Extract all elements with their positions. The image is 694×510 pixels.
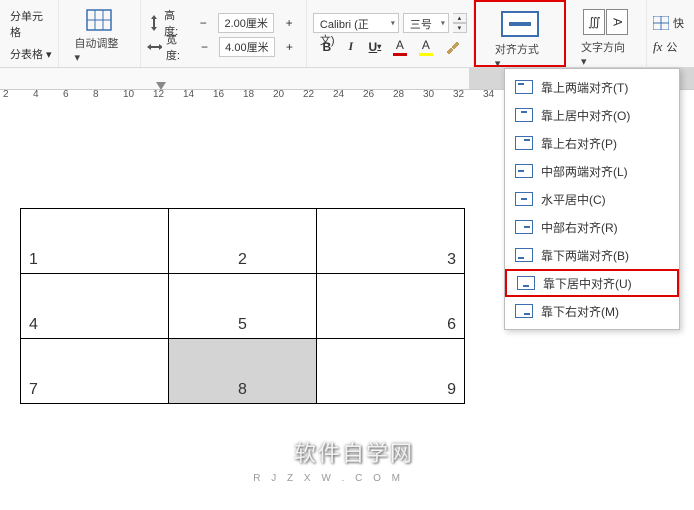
alignment-menu-item[interactable]: 中部两端对齐(L) [505,157,679,185]
menu-item-label: 靠上居中对齐(O) [541,107,630,124]
menu-item-label: 中部右对齐(R) [541,219,618,236]
align-m-r-icon [515,220,533,234]
alignment-menu-item[interactable]: 中部右对齐(R) [505,213,679,241]
font-group: Calibri (正文) ▾ 三号 ▾ ▴▾ B I U▾ A A [307,0,474,67]
highlight-button[interactable]: A [415,36,437,58]
align-b-c-icon [517,276,535,290]
autofit-icon [86,9,112,31]
gong-label: 公 [666,39,677,55]
fx-button[interactable]: fx 公 [653,35,677,59]
menu-item-label: 靠下两端对齐(B) [541,247,629,264]
menu-item-label: 靠上两端对齐(T) [541,79,628,96]
align-t-l-icon [515,80,533,94]
alignment-dropdown-menu: 靠上两端对齐(T) 靠上居中对齐(O) 靠上右对齐(P) 中部两端对齐(L) 水平居中(… [504,68,680,330]
height-plus-button[interactable]: + [278,12,299,34]
alignment-menu-item[interactable]: 水平居中(C) [505,185,679,213]
content-table: 123456789 [20,208,465,404]
menu-item-label: 中部两端对齐(L) [541,163,628,180]
ribbon-toolbar: 分单元格 分表格 ▾ 自动调整 ▾ 高度: − 2.00厘米 + 宽度: − 4… [0,0,694,68]
alignment-menu-item[interactable]: 靠下右对齐(M) [505,297,679,325]
format-painter-button[interactable] [441,36,463,58]
quick-label: 快 [673,15,684,31]
alignment-menu-item[interactable]: 靠上两端对齐(T) [505,73,679,101]
chevron-down-icon: ▾ [441,18,445,27]
alignment-menu-item[interactable]: 靠下居中对齐(U) [505,269,679,297]
split-table-button[interactable]: 分表格 ▾ [10,46,52,62]
table-cell[interactable]: 6 [317,274,465,339]
watermark-url: R J Z X W . C O M [253,473,404,484]
table-cell[interactable]: 5 [169,274,317,339]
text-direction-label: 文字方向 ▾ [581,39,631,68]
text-direction-group: ∭A 文字方向 ▾ [566,0,647,67]
width-icon [147,40,162,54]
height-input[interactable]: 2.00厘米 [218,13,274,33]
table-cell[interactable]: 4 [21,274,169,339]
table-cell[interactable]: 7 [21,339,169,404]
font-size-spinner[interactable]: ▴▾ [453,13,467,33]
align-t-r-icon [515,136,533,150]
font-size-value: 三号 [410,19,432,31]
size-group: 高度: − 2.00厘米 + 宽度: − 4.00厘米 + [141,0,307,67]
align-t-c-icon [515,108,533,122]
table-row: 123 [21,209,465,274]
menu-item-label: 靠下右对齐(M) [541,303,619,320]
text-direction-icon: ∭A [583,9,628,35]
autofit-label: 自动调整 ▾ [74,35,124,64]
align-m-c-icon [515,192,533,206]
watermark-text: 软件自学网 [294,436,414,468]
alignment-button[interactable]: 对齐方式 ▾ [486,6,554,75]
align-b-l-icon [515,248,533,262]
quick-button[interactable]: 快 [653,11,684,35]
alignment-menu-item[interactable]: 靠下两端对齐(B) [505,241,679,269]
paintbrush-icon [445,40,459,54]
autofit-button[interactable]: 自动调整 ▾ [65,4,133,69]
alignment-label: 对齐方式 ▾ [495,41,545,70]
table-icon [653,16,669,30]
table-cell[interactable]: 3 [317,209,465,274]
table-cell[interactable]: 2 [169,209,317,274]
split-cells-button[interactable]: 分单元格 [10,8,52,40]
width-input[interactable]: 4.00厘米 [219,37,275,57]
alignment-menu-item[interactable]: 靠上居中对齐(O) [505,101,679,129]
width-plus-button[interactable]: + [279,36,300,58]
height-minus-button[interactable]: − [193,12,214,34]
width-label: 宽度: [166,31,190,63]
table-cell[interactable]: 8 [169,339,317,404]
italic-button[interactable]: I [341,36,361,58]
chevron-down-icon: ▾ [391,18,395,27]
menu-item-label: 靠下居中对齐(U) [543,275,632,292]
align-m-l-icon [515,164,533,178]
align-middle-icon [501,11,539,37]
align-b-r-icon [515,304,533,318]
autofit-group: 自动调整 ▾ [59,0,140,67]
formula-group: 快 fx 公 [647,0,690,67]
table-row: 789 [21,339,465,404]
menu-item-label: 靠上右对齐(P) [541,135,617,152]
table-cell[interactable]: 9 [317,339,465,404]
table-row: 456 [21,274,465,339]
font-size-select[interactable]: 三号 ▾ [403,13,449,33]
font-color-button[interactable]: A [389,36,411,58]
font-family-select[interactable]: Calibri (正文) ▾ [313,13,399,33]
fx-label: fx [653,39,662,55]
width-minus-button[interactable]: − [194,36,215,58]
alignment-group: 对齐方式 ▾ [474,0,566,67]
underline-button[interactable]: U▾ [365,36,385,58]
menu-item-label: 水平居中(C) [541,191,606,208]
height-icon [147,15,161,31]
alignment-menu-item[interactable]: 靠上右对齐(P) [505,129,679,157]
table-cell[interactable]: 1 [21,209,169,274]
split-cells-group: 分单元格 分表格 ▾ [4,0,59,67]
text-direction-button[interactable]: ∭A 文字方向 ▾ [572,4,640,73]
